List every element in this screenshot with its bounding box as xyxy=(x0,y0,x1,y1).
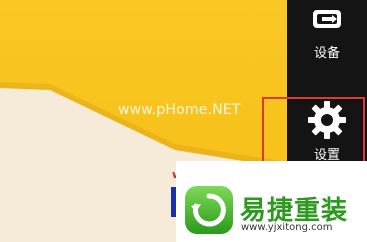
refresh-logo-icon xyxy=(185,186,233,234)
charm-devices[interactable]: 设备 xyxy=(287,6,367,68)
watermark-text: www.pHome.NET xyxy=(118,102,241,118)
devices-icon xyxy=(313,10,341,28)
desktop-screen: www.pHome.NET 设备 设置 易捷重装 www.yjxitong.co… xyxy=(0,0,367,242)
gear-icon xyxy=(308,101,346,139)
charm-devices-label: 设备 xyxy=(313,46,340,61)
brand-url: www.yjxitong.com xyxy=(241,222,333,233)
